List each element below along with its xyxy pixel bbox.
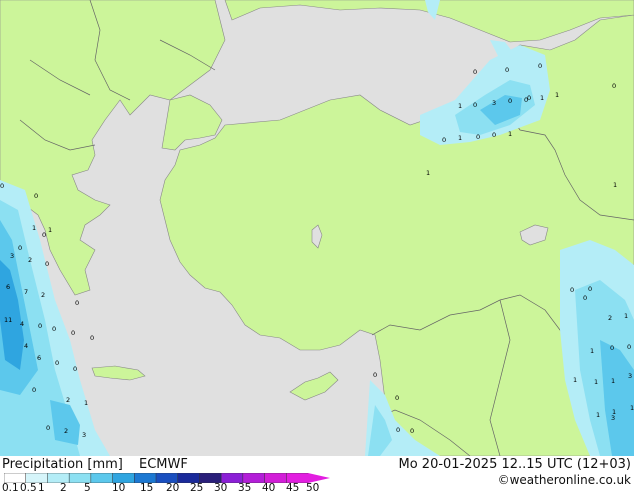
point-value: 0 <box>442 136 446 144</box>
point-value: 3 <box>82 431 86 439</box>
point-value: 3 <box>10 252 14 260</box>
point-value: 4 <box>20 320 24 328</box>
map-footer: Precipitation [mm] ECMWF Mo 20-01-2025 1… <box>0 456 634 494</box>
point-value: 0 <box>0 182 4 190</box>
point-value: 2 <box>41 291 45 299</box>
point-value: 1 <box>596 411 600 419</box>
point-value: 0 <box>492 131 496 139</box>
legend-tick-label: 5 <box>84 482 91 494</box>
point-value: 1 <box>613 181 617 189</box>
legend-tick-label: 50 <box>306 482 320 494</box>
point-value: 0 <box>538 62 542 70</box>
legend-tick-label: 1 <box>38 482 45 494</box>
precipitation-map: 0 0 000 11 0 3 0 0 10 1 0 0 110101 1003 2 067 2011 4 0 0 046… <box>0 0 634 456</box>
point-value: 2 <box>608 314 612 322</box>
point-value: 3 <box>492 99 496 107</box>
point-value: 0 <box>55 359 59 367</box>
point-value: 1 <box>624 312 628 320</box>
point-value: 2 <box>28 256 32 264</box>
point-value: 6 <box>37 354 41 362</box>
legend-tick-label: 30 <box>214 482 228 494</box>
point-value: 0 <box>46 424 50 432</box>
point-value: 1 <box>611 377 615 385</box>
legend-title: Precipitation [mm] <box>2 457 123 472</box>
legend-tick-label: 25 <box>190 482 204 494</box>
point-value: 1 <box>508 130 512 138</box>
point-value: 0 <box>612 82 616 90</box>
point-value: 11 <box>4 316 12 324</box>
point-value: 1 <box>458 102 462 110</box>
point-value: 1 <box>555 91 559 99</box>
point-value: 0 <box>410 427 414 435</box>
point-value: 0 <box>34 192 38 200</box>
point-value: 0 <box>524 96 528 104</box>
point-value: 0 <box>508 97 512 105</box>
point-value: 6 <box>6 283 10 291</box>
point-value: 0 <box>18 244 22 252</box>
point-value: 0 <box>71 329 75 337</box>
point-value: 1 <box>32 224 36 232</box>
point-value: 0 <box>588 285 592 293</box>
point-value: 1 <box>540 94 544 102</box>
point-value: 0 <box>396 426 400 434</box>
legend-tick-label: 2 <box>60 482 67 494</box>
model-name: ECMWF <box>139 457 188 472</box>
legend-tick-label: 45 <box>286 482 300 494</box>
forecast-datetime: Mo 20-01-2025 12..15 UTC (12+03) <box>398 457 632 472</box>
point-value: 1 <box>590 347 594 355</box>
point-value: 0 <box>73 365 77 373</box>
point-value: 0 <box>52 325 56 333</box>
point-value: 0 <box>45 260 49 268</box>
point-value: 0 <box>473 68 477 76</box>
legend-tick-label: 35 <box>238 482 252 494</box>
point-value: 0 <box>476 133 480 141</box>
point-value: 1 <box>458 134 462 142</box>
point-value: 0 <box>373 371 377 379</box>
point-value: 0 <box>38 322 42 330</box>
point-value: 0 <box>610 344 614 352</box>
point-value: 2 <box>64 427 68 435</box>
point-value: 3 <box>628 372 632 380</box>
point-value: 0 <box>505 66 509 74</box>
point-value: 0 <box>42 231 46 239</box>
legend-tick-label: 10 <box>112 482 126 494</box>
legend-tick-label: 40 <box>262 482 276 494</box>
point-value: 0 <box>627 343 631 351</box>
point-value: 0 <box>395 394 399 402</box>
legend-swatch <box>90 473 114 483</box>
legend-tick-label: 20 <box>166 482 180 494</box>
point-value: 0 <box>32 386 36 394</box>
point-value: 0 <box>583 294 587 302</box>
point-value: 2 <box>66 396 70 404</box>
point-value: 0 <box>75 299 79 307</box>
point-value: 0 <box>570 286 574 294</box>
point-value: 1 <box>426 169 430 177</box>
point-value: 1 <box>594 378 598 386</box>
point-value: 7 <box>24 288 28 296</box>
credit-text: ©weatheronline.co.uk <box>497 473 631 487</box>
legend-tick-label: 0.5 <box>20 482 37 494</box>
point-value: 1 <box>630 404 634 412</box>
point-value: 4 <box>24 342 28 350</box>
legend-tick-label: 15 <box>140 482 154 494</box>
point-value: 3 <box>611 414 615 422</box>
point-value: 1 <box>48 226 52 234</box>
point-value: 0 <box>473 101 477 109</box>
point-value: 1 <box>573 376 577 384</box>
legend-tick-label: 0.1 <box>2 482 19 494</box>
point-value: 1 <box>84 399 88 407</box>
point-value: 0 <box>90 334 94 342</box>
